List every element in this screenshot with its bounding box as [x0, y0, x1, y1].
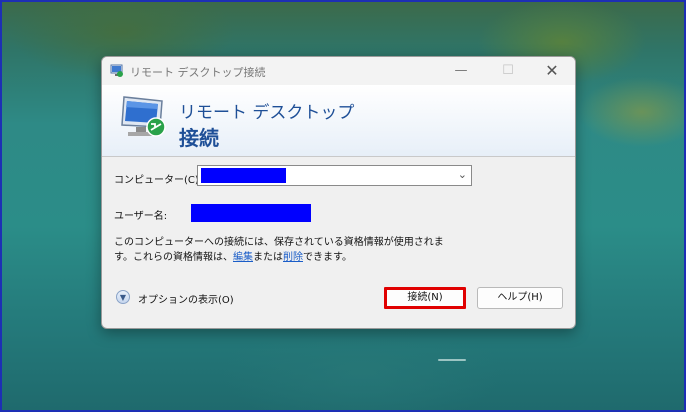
maximize-button[interactable]: ☐: [493, 61, 523, 81]
edit-link[interactable]: 編集: [233, 252, 253, 263]
water-ripple: [438, 359, 466, 361]
username-value-redacted: [191, 204, 311, 222]
banner-divider: [102, 156, 575, 157]
username-label: ユーザー名:: [114, 211, 168, 222]
banner-title-line2: 接続: [179, 126, 219, 150]
note-or: または: [253, 252, 283, 263]
remote-desktop-dialog: リモート デスクトップ接続 — ☐ ✕ リモート デスクトップ 接続 コンピュー…: [101, 56, 576, 329]
help-button[interactable]: ヘルプ(H): [477, 287, 563, 309]
header-banner: リモート デスクトップ 接続: [102, 85, 575, 156]
note-end: できます。: [303, 252, 352, 263]
computer-combobox[interactable]: ⌄: [197, 165, 472, 186]
window-title: リモート デスクトップ接続: [130, 66, 266, 79]
connect-button[interactable]: 接続(N): [384, 287, 466, 309]
title-bar[interactable]: リモート デスクトップ接続 — ☐ ✕: [102, 57, 575, 85]
show-options-label[interactable]: オプションの表示(O): [138, 291, 234, 306]
remote-desktop-icon: [110, 64, 123, 77]
banner-title-line1: リモート デスクトップ: [179, 103, 355, 123]
computer-value-redacted: [201, 168, 286, 183]
credentials-note: このコンピューターへの接続には、保存されている資格情報が使用されます。これらの資…: [114, 235, 454, 265]
computer-label: コンピューター(C):: [114, 175, 203, 186]
close-button[interactable]: ✕: [537, 61, 567, 81]
minimize-button[interactable]: —: [446, 61, 476, 81]
delete-link[interactable]: 削除: [283, 252, 303, 263]
remote-desktop-monitor-icon: [121, 96, 166, 137]
chevron-down-icon[interactable]: ⌄: [458, 168, 467, 181]
chevron-down-circle-icon[interactable]: ▼: [116, 290, 130, 304]
